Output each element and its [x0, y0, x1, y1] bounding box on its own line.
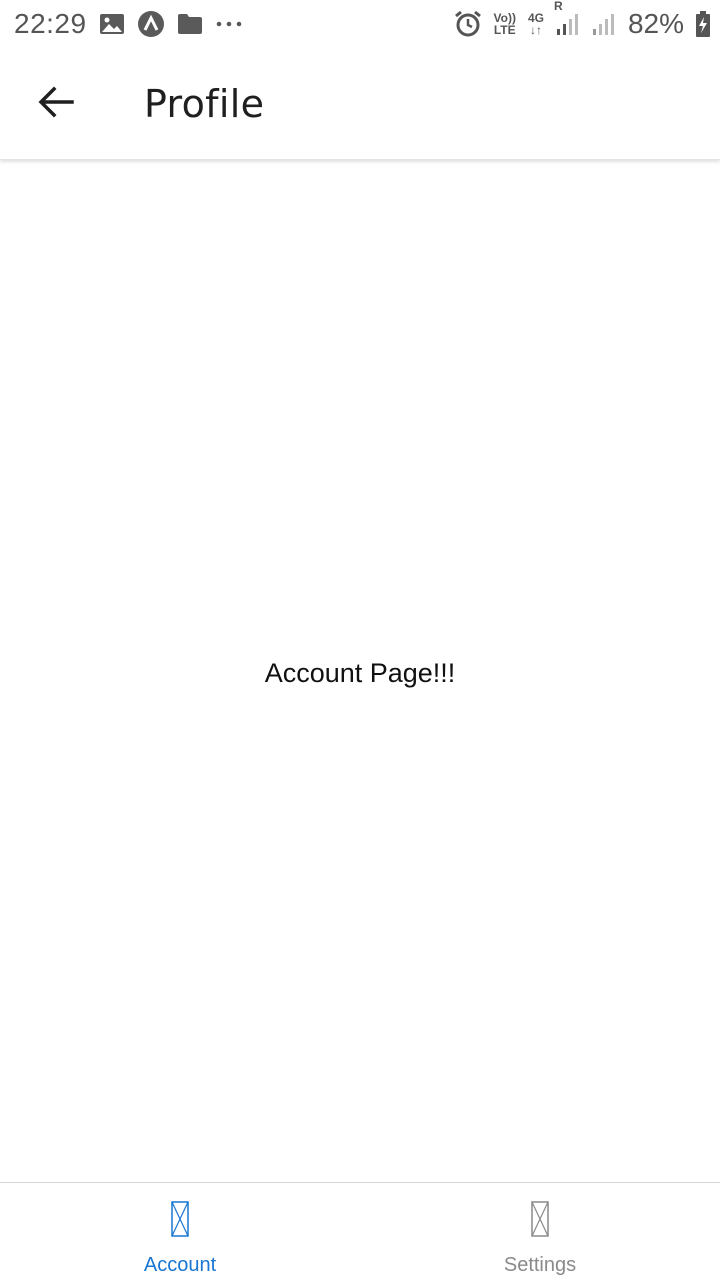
app-bar: Profile [0, 48, 720, 160]
battery-charging-icon [696, 11, 710, 37]
4g-icon: 4G ↓↑ [528, 12, 544, 36]
missing-glyph-icon [171, 1201, 189, 1242]
more-dots-icon [215, 20, 243, 28]
tab-account-label: Account [143, 1254, 217, 1276]
battery-percent: 82% [627, 8, 684, 39]
status-bar: 22:29 Vo)) LTE 4G ↓↑ R 82% [0, 0, 720, 48]
image-icon [99, 12, 125, 36]
tab-settings-label: Settings [503, 1254, 577, 1276]
signal-icon [592, 12, 616, 36]
alarm-icon [454, 10, 482, 38]
app-icon [137, 10, 165, 38]
main-content: Account Page!!! [0, 160, 720, 1182]
arrow-left-icon [38, 86, 74, 123]
signal-roaming-icon: R [554, 0, 580, 36]
bottom-tab-bar: Account Settings [0, 1182, 720, 1280]
status-time: 22:29 [14, 8, 87, 39]
missing-glyph-icon [531, 1201, 549, 1242]
volte-line2: LTE [493, 23, 516, 37]
status-right: Vo)) LTE 4G ↓↑ R 82% [454, 0, 710, 40]
status-left: 22:29 [14, 8, 243, 40]
volte-icon: Vo)) LTE [494, 12, 516, 36]
tab-settings[interactable]: Settings [360, 1183, 720, 1280]
content-text: Account Page!!! [264, 657, 456, 688]
tab-account[interactable]: Account [0, 1183, 360, 1280]
back-button[interactable] [24, 72, 88, 136]
page-title: Profile [144, 82, 265, 126]
roaming-indicator: R [553, 0, 563, 13]
folder-icon [177, 13, 203, 35]
data-arrows-icon: ↓↑ [529, 23, 542, 37]
